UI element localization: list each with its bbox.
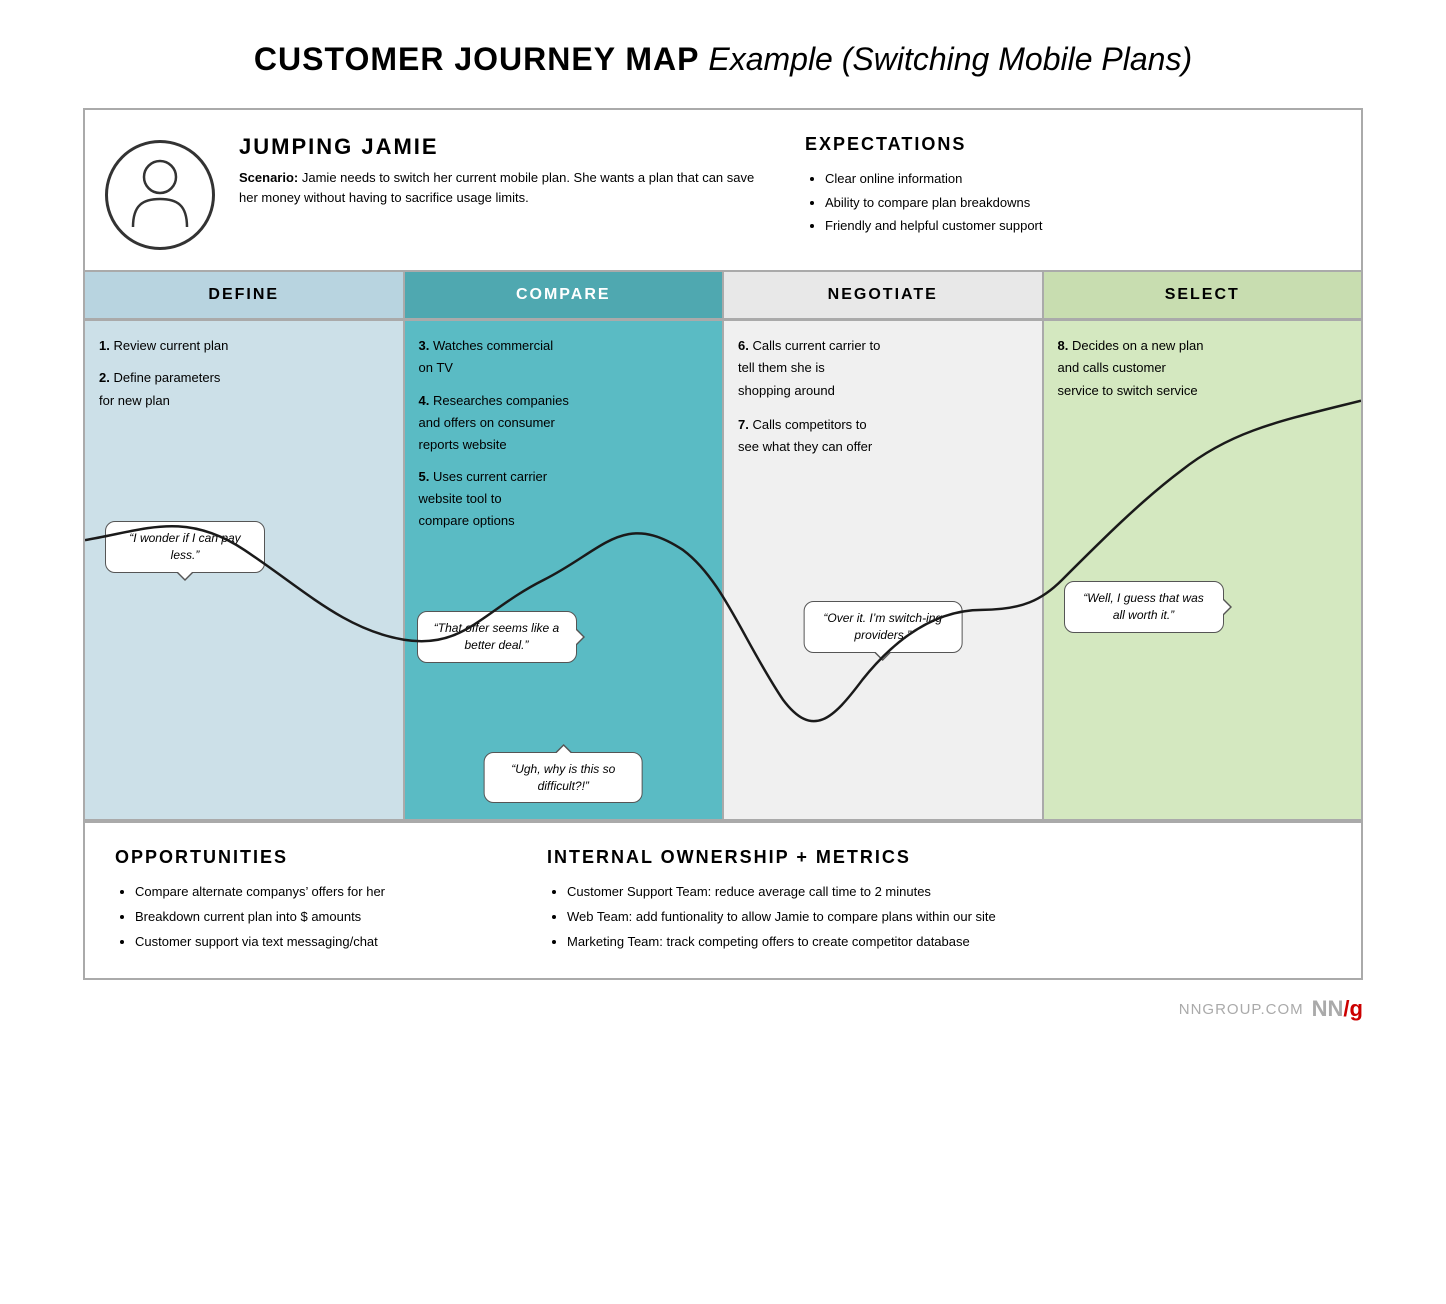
- internal-title: INTERNAL OWNERSHIP + METRICS: [547, 847, 1331, 868]
- title-bold: CUSTOMER JOURNEY MAP: [254, 41, 700, 77]
- internal-item: Web Team: add funtionality to allow Jami…: [567, 905, 1331, 930]
- bubble-compare-top: “That offer seems like a better deal.”: [417, 611, 577, 663]
- phase-select: SELECT: [1044, 272, 1362, 319]
- select-steps: 8. Decides on a new planand calls custom…: [1044, 321, 1362, 401]
- persona-row: JUMPING JAMIE Scenario: Jamie needs to s…: [85, 110, 1361, 272]
- phases-section: DEFINE COMPARE NEGOTIATE SELECT 1. Revie…: [85, 272, 1361, 821]
- phase-compare-header: COMPARE: [405, 272, 723, 319]
- phase-negotiate-header: NEGOTIATE: [724, 272, 1042, 319]
- page-title: CUSTOMER JOURNEY MAP Example (Switching …: [254, 40, 1192, 78]
- define-steps: 1. Review current plan 2. Define paramet…: [85, 321, 403, 411]
- bottom-row: OPPORTUNITIES Compare alternate companys…: [85, 821, 1361, 978]
- phase-headers: DEFINE COMPARE NEGOTIATE SELECT: [85, 272, 1361, 321]
- scenario-text: Jamie needs to switch her current mobile…: [239, 170, 754, 205]
- expectations-section: EXPECTATIONS Clear online information Ab…: [765, 134, 1331, 237]
- expectation-item: Friendly and helpful customer support: [825, 214, 1331, 237]
- compare-steps: 3. Watches commercialon TV 4. Researches…: [405, 321, 723, 532]
- main-container: JUMPING JAMIE Scenario: Jamie needs to s…: [83, 108, 1363, 980]
- footer-text: NNGROUP.COM: [1179, 1001, 1304, 1018]
- phase-define-header: DEFINE: [85, 272, 403, 319]
- scenario-label: Scenario:: [239, 170, 298, 185]
- avatar: [105, 140, 215, 250]
- select-col: 8. Decides on a new planand calls custom…: [1044, 321, 1362, 819]
- title-italic: Example (Switching Mobile Plans): [708, 41, 1192, 77]
- phase-define: DEFINE: [85, 272, 405, 319]
- footer: NNGROUP.COM NN/g: [83, 996, 1363, 1022]
- negotiate-col: 6. Calls current carrier totell them she…: [724, 321, 1044, 819]
- internal-item: Marketing Team: track competing offers t…: [567, 930, 1331, 955]
- phase-compare: COMPARE: [405, 272, 725, 319]
- opportunities-title: OPPORTUNITIES: [115, 847, 507, 868]
- phase-select-header: SELECT: [1044, 272, 1362, 319]
- bubble-define: “I wonder if I can pay less.”: [105, 521, 265, 573]
- opportunity-item: Compare alternate companys’ offers for h…: [135, 880, 507, 905]
- internal-item: Customer Support Team: reduce average ca…: [567, 880, 1331, 905]
- expectation-item: Clear online information: [825, 167, 1331, 190]
- phase-negotiate: NEGOTIATE: [724, 272, 1044, 319]
- opportunity-item: Customer support via text messaging/chat: [135, 930, 507, 955]
- expectation-item: Ability to compare plan breakdowns: [825, 191, 1331, 214]
- internal-section: INTERNAL OWNERSHIP + METRICS Customer Su…: [547, 847, 1331, 954]
- negotiate-steps: 6. Calls current carrier totell them she…: [724, 321, 1042, 457]
- footer-logo: NN/g: [1312, 996, 1363, 1022]
- expectations-list: Clear online information Ability to comp…: [805, 167, 1331, 237]
- opportunities-list: Compare alternate companys’ offers for h…: [115, 880, 507, 954]
- bubble-negotiate: “Over it. I’m switch-ing providers.”: [803, 601, 962, 653]
- bubble-select: “Well, I guess that was all worth it.”: [1064, 581, 1224, 633]
- bubble-compare-bottom: “Ugh, why is this so difficult?!”: [484, 752, 643, 804]
- define-col: 1. Review current plan 2. Define paramet…: [85, 321, 405, 819]
- persona-info: JUMPING JAMIE Scenario: Jamie needs to s…: [239, 134, 765, 207]
- expectations-title: EXPECTATIONS: [805, 134, 1331, 155]
- journey-chart: 1. Review current plan 2. Define paramet…: [85, 321, 1361, 821]
- compare-col: 3. Watches commercialon TV 4. Researches…: [405, 321, 725, 819]
- opportunities-section: OPPORTUNITIES Compare alternate companys…: [115, 847, 507, 954]
- internal-list: Customer Support Team: reduce average ca…: [547, 880, 1331, 954]
- persona-scenario: Scenario: Jamie needs to switch her curr…: [239, 168, 765, 207]
- persona-name: JUMPING JAMIE: [239, 134, 765, 160]
- opportunity-item: Breakdown current plan into $ amounts: [135, 905, 507, 930]
